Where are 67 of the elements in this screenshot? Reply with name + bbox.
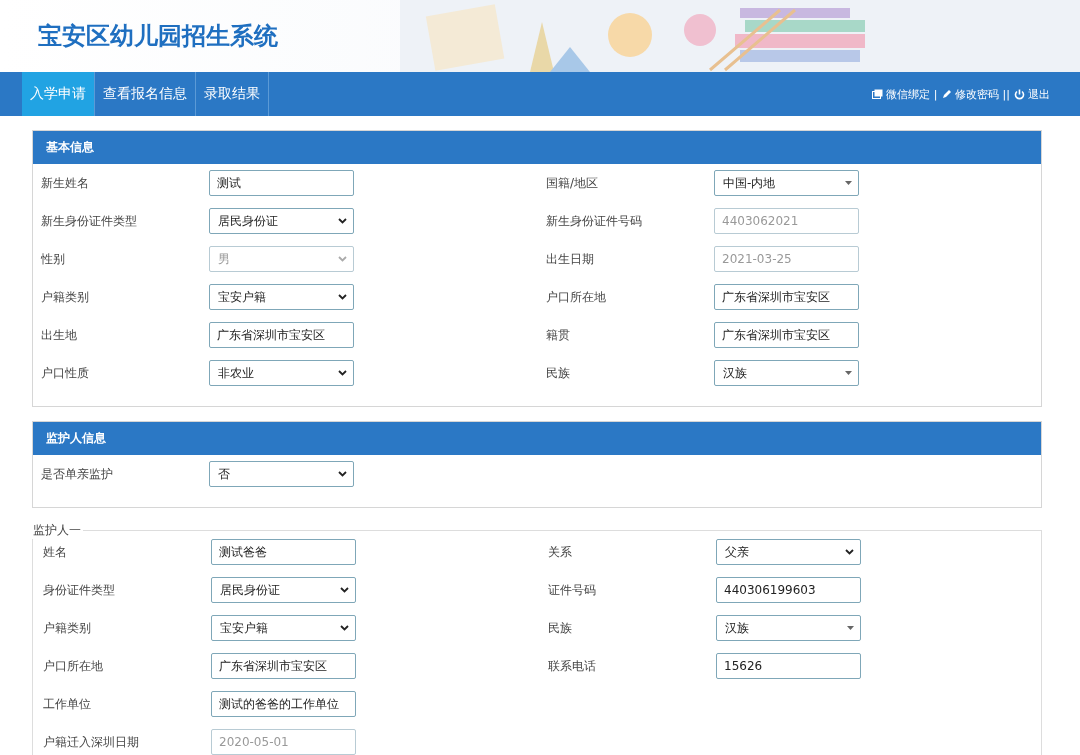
pencil-icon: [941, 89, 952, 99]
field-label: 出生日期: [546, 251, 595, 268]
select-field[interactable]: 宝安户籍: [209, 284, 354, 310]
separator: ||: [1002, 87, 1010, 101]
select-field[interactable]: 宝安户籍: [211, 615, 356, 641]
select-field[interactable]: 居民身份证: [211, 577, 356, 603]
chevron-icon: [338, 370, 347, 376]
input-field[interactable]: 测试爸爸: [211, 539, 356, 565]
panel-header: 基本信息: [33, 131, 1041, 164]
caret-icon: [845, 371, 852, 375]
chevron-icon: [845, 549, 854, 555]
nav-tab[interactable]: 录取结果: [196, 72, 269, 116]
select-field[interactable]: 非农业: [209, 360, 354, 386]
panel-header: 监护人信息: [33, 422, 1041, 455]
caret-icon: [845, 181, 852, 185]
input-field[interactable]: 广东省深圳市宝安区: [714, 322, 859, 348]
header-link[interactable]: 微信绑定: [871, 86, 930, 102]
field-label: 户籍迁入深圳日期: [43, 734, 140, 751]
select-field[interactable]: 父亲: [716, 539, 861, 565]
input-field[interactable]: 广东省深圳市宝安区: [209, 322, 354, 348]
field-label: 籍贯: [546, 327, 571, 344]
power-icon: [1014, 88, 1025, 100]
field-label: 户籍类别: [41, 289, 90, 306]
input-field[interactable]: 测试: [209, 170, 354, 196]
field-label: 国籍/地区: [546, 175, 600, 192]
fieldset-legend: 监护人一: [31, 522, 83, 539]
select-field[interactable]: 否: [209, 461, 354, 487]
field-label: 身份证件类型: [43, 582, 116, 599]
input-field[interactable]: 测试的爸爸的工作单位: [211, 691, 356, 717]
field-label: 户口所在地: [546, 289, 607, 306]
field-label: 出生地: [41, 327, 78, 344]
field-label: 民族: [546, 365, 571, 382]
chevron-icon: [338, 294, 347, 300]
header-link[interactable]: 退出: [1014, 86, 1050, 102]
dropdown-field[interactable]: 中国-内地: [714, 170, 859, 196]
chevron-icon: [340, 625, 349, 631]
field-label: 关系: [548, 544, 573, 561]
field-label: 是否单亲监护: [41, 466, 114, 483]
field-label: 证件号码: [548, 582, 597, 599]
field-label: 工作单位: [43, 696, 92, 713]
chevron-icon: [338, 471, 347, 477]
separator: |: [933, 87, 938, 101]
field-label: 民族: [548, 620, 573, 637]
input-field[interactable]: 广东省深圳市宝安区: [714, 284, 859, 310]
caret-icon: [847, 626, 854, 630]
field-label: 户口所在地: [43, 658, 104, 675]
chevron-icon: [340, 587, 349, 593]
input-field[interactable]: 15626: [716, 653, 861, 679]
field-label: 姓名: [43, 544, 68, 561]
dropdown-field[interactable]: 汉族: [716, 615, 861, 641]
window-icon: [871, 89, 883, 99]
input-field[interactable]: 广东省深圳市宝安区: [211, 653, 356, 679]
select-field[interactable]: 居民身份证: [209, 208, 354, 234]
field-label: 联系电话: [548, 658, 597, 675]
header-link[interactable]: 修改密码: [941, 86, 999, 102]
field-label: 新生身份证件号码: [546, 213, 643, 230]
field-label: 性别: [41, 251, 66, 268]
field-label: 新生姓名: [41, 175, 90, 192]
field-label: 户籍类别: [43, 620, 92, 637]
site-title: 宝安区幼儿园招生系统: [38, 21, 278, 52]
input-field[interactable]: 440306199603: [716, 577, 861, 603]
field-label: 户口性质: [41, 365, 90, 382]
field-label: 新生身份证件类型: [41, 213, 138, 230]
nav-tab[interactable]: 查看报名信息: [95, 72, 196, 116]
dropdown-field[interactable]: 汉族: [714, 360, 859, 386]
chevron-icon: [338, 218, 347, 224]
chevron-icon: [338, 256, 347, 262]
